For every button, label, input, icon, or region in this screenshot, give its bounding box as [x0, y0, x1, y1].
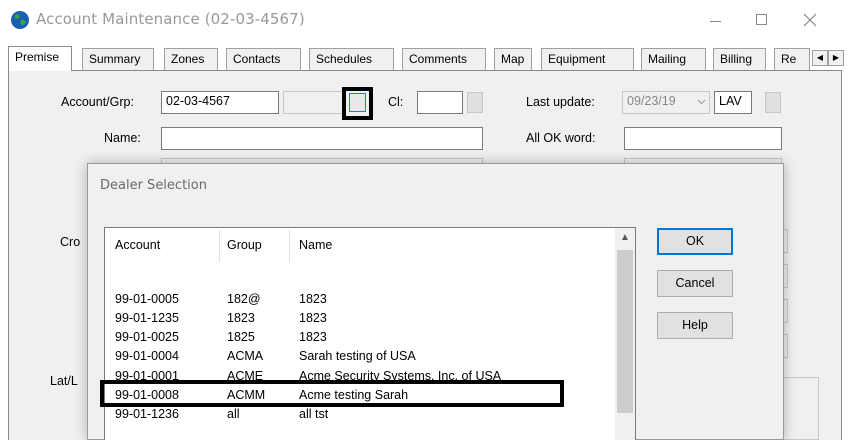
- user-lookup-button[interactable]: [765, 92, 781, 113]
- tab-equipment[interactable]: Equipment: [541, 48, 634, 70]
- last-update-label: Last update:: [526, 95, 595, 109]
- account-cell: 99-01-0005: [115, 292, 179, 306]
- ok-button[interactable]: OK: [657, 228, 733, 255]
- window-title: Account Maintenance (02-03-4567): [36, 10, 305, 28]
- title-bar: Account Maintenance (02-03-4567): [0, 0, 851, 40]
- tab-mailing[interactable]: Mailing: [641, 48, 706, 70]
- name-cell: 1823: [299, 292, 327, 306]
- group-cell: 1823: [227, 311, 255, 325]
- close-button[interactable]: [787, 6, 833, 34]
- account-cell: 99-01-1236: [115, 407, 179, 421]
- tab-premise[interactable]: Premise: [8, 46, 72, 71]
- tab-schedules[interactable]: Schedules: [309, 48, 394, 70]
- column-header-account[interactable]: Account: [115, 238, 160, 252]
- list-item[interactable]: 99-01-1236 all all tst: [105, 406, 615, 423]
- name-cell: Sarah testing of USA: [299, 349, 416, 363]
- account-cell: 99-01-0004: [115, 349, 179, 363]
- column-divider: [219, 230, 220, 262]
- maximize-button[interactable]: [739, 6, 785, 34]
- dialog-title: Dealer Selection: [100, 178, 207, 193]
- account-grp-label: Account/Grp:: [61, 95, 134, 109]
- tab-billing[interactable]: Billing: [713, 48, 766, 70]
- group-cell: 1825: [227, 330, 255, 344]
- minimize-button[interactable]: [693, 6, 739, 34]
- selected-row-highlight: [100, 380, 564, 407]
- cancel-button[interactable]: Cancel: [657, 270, 733, 297]
- list-header: Account Group Name: [105, 228, 615, 264]
- last-update-field[interactable]: 09/23/19: [622, 91, 710, 114]
- all-ok-word-label: All OK word:: [526, 131, 596, 145]
- tab-summary[interactable]: Summary: [82, 48, 154, 70]
- name-label: Name:: [104, 131, 141, 145]
- account-cell: 99-01-1235: [115, 311, 179, 325]
- group-cell: 182@: [227, 292, 261, 306]
- last-update-user-field[interactable]: LAV: [714, 91, 752, 114]
- lat-long-label: Lat/L: [50, 374, 78, 388]
- group-cell: ACMA: [227, 349, 264, 363]
- column-divider: [289, 230, 290, 262]
- column-header-name[interactable]: Name: [299, 238, 332, 252]
- chevron-down-icon: [697, 99, 706, 105]
- name-field[interactable]: [161, 127, 483, 150]
- lookup-button[interactable]: [349, 93, 366, 112]
- close-icon: [803, 13, 817, 27]
- tab-map[interactable]: Map: [494, 48, 532, 70]
- scroll-up-icon[interactable]: ▲: [615, 228, 635, 248]
- account-grp-field[interactable]: 02-03-4567: [161, 91, 279, 114]
- maximize-icon: [756, 14, 767, 25]
- account-cell: 99-01-0025: [115, 330, 179, 344]
- minimize-icon: [710, 21, 721, 22]
- tab-zones[interactable]: Zones: [164, 48, 218, 70]
- tab-strip: Premise Summary Zones Contacts Schedules…: [0, 46, 851, 71]
- name-cell: all tst: [299, 407, 329, 421]
- group-field: [283, 91, 345, 114]
- all-ok-word-field[interactable]: [624, 127, 782, 150]
- list-item[interactable]: 99-01-0004 ACMA Sarah testing of USA: [105, 348, 615, 365]
- name-cell: 1823: [299, 330, 327, 344]
- map-preview: [781, 377, 819, 440]
- list-item[interactable]: 99-01-1235 1823 1823: [105, 310, 615, 327]
- name-cell: 1823: [299, 311, 327, 325]
- last-update-value: 09/23/19: [627, 94, 676, 108]
- list-scrollbar[interactable]: ▲: [615, 228, 635, 440]
- cl-label: Cl:: [388, 95, 404, 109]
- tab-comments[interactable]: Comments: [402, 48, 486, 70]
- list-item[interactable]: 99-01-0025 1825 1823: [105, 329, 615, 346]
- tab-scroll-left-icon[interactable]: ◀: [812, 50, 828, 66]
- cross-label: Cro: [60, 235, 81, 249]
- dealer-list[interactable]: Account Group Name 99-01-0005 182@ 1823 …: [104, 227, 636, 440]
- cl-field[interactable]: [417, 91, 463, 114]
- tab-contacts[interactable]: Contacts: [226, 48, 301, 70]
- tab-re[interactable]: Re: [774, 48, 810, 70]
- help-button[interactable]: Help: [657, 312, 733, 339]
- column-header-group[interactable]: Group: [227, 238, 262, 252]
- globe-icon: [11, 11, 29, 29]
- scrollbar-thumb[interactable]: [617, 250, 633, 413]
- group-cell: all: [227, 407, 240, 421]
- tab-scroll-right-icon[interactable]: ▶: [828, 50, 844, 66]
- list-item[interactable]: 99-01-0005 182@ 1823: [105, 291, 615, 308]
- cl-lookup-button[interactable]: [467, 92, 483, 113]
